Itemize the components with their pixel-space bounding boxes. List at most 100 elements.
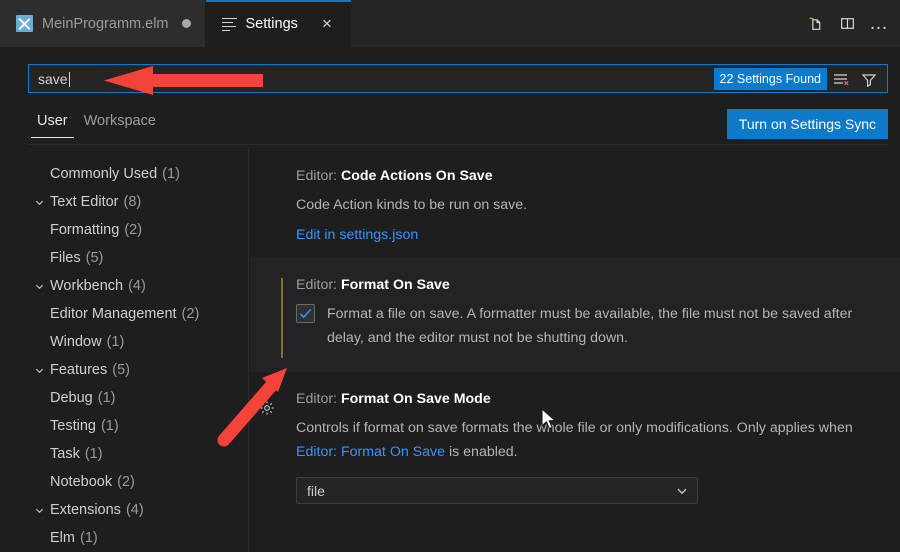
- toc-item-label: Files: [50, 250, 81, 266]
- toc-item-count: (1): [106, 334, 125, 350]
- setting-description: Controls if format on save formats the w…: [296, 416, 856, 464]
- description-text-after: is enabled.: [445, 444, 518, 460]
- toc-item-label: Formatting: [50, 222, 120, 238]
- setting-description: Code Action kinds to be run on save.: [296, 197, 528, 213]
- toc-item-label: Workbench: [50, 278, 124, 294]
- editor-actions: …: [800, 0, 894, 47]
- toc-item-workbench[interactable]: Workbench (4): [0, 272, 248, 300]
- tab-workspace[interactable]: Workspace: [78, 110, 162, 138]
- toc-item-notebook[interactable]: Notebook (2): [0, 468, 248, 496]
- toc-item-count: (5): [85, 250, 104, 266]
- settings-search-row: save 22 Settings Found: [0, 47, 900, 104]
- setting-name: Format On Save Mode: [340, 391, 491, 407]
- gear-icon[interactable]: [257, 398, 277, 418]
- toc-item-count: (4): [128, 278, 146, 294]
- chevron-down-icon: [28, 365, 50, 376]
- chevron-down-icon: [28, 197, 50, 208]
- editor-tab-bar: MeinProgramm.elm Settings × …: [0, 0, 900, 47]
- clear-settings-search-icon[interactable]: [830, 68, 854, 91]
- toc-item-files[interactable]: Files (5): [0, 244, 248, 272]
- toc-item-editor-management[interactable]: Editor Management (2): [0, 300, 248, 328]
- toc-item-count: (2): [181, 306, 200, 322]
- search-input-value: save: [38, 71, 70, 87]
- toc-item-label: Extensions: [50, 502, 121, 518]
- format-on-save-checkbox[interactable]: [296, 304, 315, 323]
- setting-title: Editor: Code Actions On Save: [296, 168, 880, 184]
- format-on-save-link[interactable]: Editor: Format On Save: [296, 444, 445, 460]
- toc-item-text-editor[interactable]: Text Editor (8): [0, 188, 248, 216]
- toc-item-label: Task: [50, 446, 80, 462]
- setting-name: Format On Save: [340, 277, 450, 293]
- split-editor-icon[interactable]: [832, 9, 862, 39]
- toc-item-extensions[interactable]: Extensions (4): [0, 496, 248, 524]
- toc-item-count: (1): [79, 530, 98, 546]
- toc-item-debug[interactable]: Debug (1): [0, 384, 248, 412]
- toc-item-count: (1): [162, 166, 180, 182]
- toc-item-count: (1): [84, 446, 103, 462]
- toc-item-features[interactable]: Features (5): [0, 356, 248, 384]
- toc-item-label: Editor Management: [50, 306, 177, 322]
- toc-item-task[interactable]: Task (1): [0, 440, 248, 468]
- elm-file-icon: [16, 15, 33, 32]
- setting-row-code-actions-on-save[interactable]: Editor: Code Actions On Save Code Action…: [250, 148, 900, 258]
- tab-label: Settings: [245, 15, 298, 32]
- setting-description: Format a file on save. A formatter must …: [327, 306, 853, 346]
- tab-settings[interactable]: Settings ×: [205, 0, 352, 47]
- setting-name: Code Actions On Save: [340, 168, 493, 184]
- settings-list-icon: [221, 17, 237, 32]
- unsaved-dot-icon: [181, 19, 191, 28]
- toc-item-label: Window: [50, 334, 102, 350]
- filter-settings-icon[interactable]: [857, 68, 881, 91]
- open-changes-icon[interactable]: [800, 9, 830, 39]
- tab-label: MeinProgramm.elm: [42, 15, 169, 32]
- toc-item-label: Notebook: [50, 474, 113, 490]
- close-icon[interactable]: ×: [317, 14, 337, 34]
- toc-item-count: (2): [124, 222, 143, 238]
- modified-indicator: [281, 278, 283, 358]
- toc-item-label: Features: [50, 362, 108, 378]
- setting-title: Editor: Format On Save: [296, 277, 880, 293]
- toc-item-label: Testing: [50, 418, 96, 434]
- setting-title: Editor: Format On Save Mode: [296, 391, 880, 407]
- setting-row-format-on-save-mode[interactable]: Editor: Format On Save Mode Controls if …: [250, 372, 900, 520]
- scope-divider: [28, 144, 888, 145]
- toc-item-count: (4): [125, 502, 144, 518]
- settings-body: Commonly Used (1) Text Editor (8) Format…: [0, 148, 900, 552]
- settings-found-badge: 22 Settings Found: [713, 68, 827, 90]
- more-actions-icon[interactable]: …: [864, 9, 894, 39]
- edit-in-settings-json-link[interactable]: Edit in settings.json: [296, 227, 418, 243]
- toc-item-label: Elm: [50, 530, 75, 546]
- toc-item-count: (1): [100, 418, 119, 434]
- settings-scope-bar: User Workspace Turn on Settings Sync: [0, 104, 900, 148]
- tab-user[interactable]: User: [31, 110, 74, 138]
- setting-row-format-on-save[interactable]: Editor: Format On Save Format a file on …: [250, 258, 900, 372]
- toc-item-label: Text Editor: [50, 194, 119, 210]
- chevron-down-icon: [675, 484, 689, 498]
- toc-item-formatting[interactable]: Formatting (2): [0, 216, 248, 244]
- select-value: file: [307, 482, 325, 499]
- toc-item-count: (1): [97, 390, 116, 406]
- chevron-down-icon: [28, 281, 50, 292]
- search-text: save: [38, 70, 68, 87]
- settings-toc: Commonly Used (1) Text Editor (8) Format…: [0, 148, 249, 552]
- settings-list[interactable]: Editor: Code Actions On Save Code Action…: [250, 148, 900, 552]
- toc-item-count: (8): [123, 194, 142, 210]
- toc-item-count: (2): [117, 474, 135, 490]
- scope-tab-group: User Workspace: [31, 110, 162, 138]
- toc-item-testing[interactable]: Testing (1): [0, 412, 248, 440]
- toc-item-window[interactable]: Window (1): [0, 328, 248, 356]
- setting-category: Editor:: [296, 277, 341, 293]
- turn-on-settings-sync-button[interactable]: Turn on Settings Sync: [726, 109, 888, 139]
- description-text-before: Controls if format on save formats the w…: [296, 420, 853, 436]
- toc-item-elm[interactable]: Elm (1): [0, 524, 248, 552]
- toc-item-label: Commonly Used: [50, 166, 158, 182]
- text-caret: [68, 71, 70, 87]
- search-input[interactable]: save 22 Settings Found: [28, 64, 888, 93]
- vscode-window: MeinProgramm.elm Settings × … save 22 Se…: [0, 0, 900, 552]
- setting-category: Editor:: [296, 391, 341, 407]
- toc-item-label: Debug: [50, 390, 93, 406]
- setting-category: Editor:: [296, 168, 341, 184]
- tab-meinprogramm-elm[interactable]: MeinProgramm.elm: [0, 0, 206, 47]
- toc-item-commonly-used[interactable]: Commonly Used (1): [0, 160, 248, 188]
- format-on-save-mode-select[interactable]: file: [296, 477, 698, 504]
